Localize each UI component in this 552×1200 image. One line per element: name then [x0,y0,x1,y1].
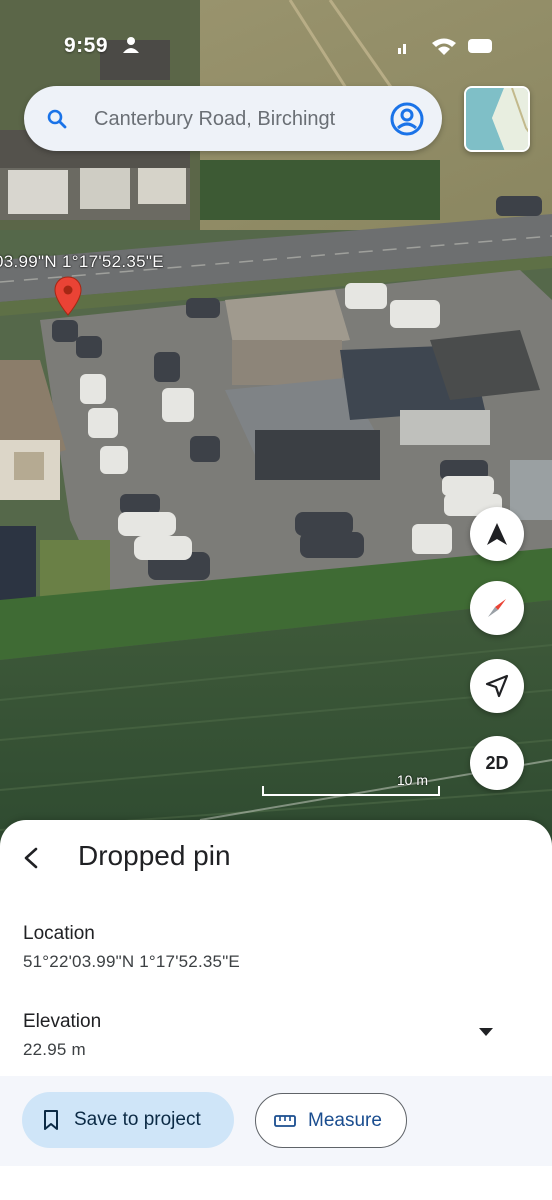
my-location-button[interactable] [470,659,524,713]
location-pin-icon[interactable] [54,276,82,316]
status-time: 9:59 [64,34,109,57]
save-to-project-button[interactable]: Save to project [22,1092,234,1148]
search-bar[interactable] [24,86,442,151]
compass-button[interactable] [470,581,524,635]
dropdown-arrow-icon [479,1028,493,1036]
map-layer-thumbnail[interactable] [464,86,530,152]
sheet-title: Dropped pin [78,840,231,871]
navigation-arrow-icon [487,523,507,545]
battery-icon [468,39,492,53]
elevation-value: 22.95 m [23,1040,86,1059]
my-location-icon [485,674,509,698]
aerial-map[interactable]: 9:59 03.99 [0,0,552,860]
status-indicators [398,38,492,55]
save-to-project-label: Save to project [74,1109,201,1130]
measure-label: Measure [308,1109,382,1131]
navigation-button[interactable] [470,507,524,561]
status-bar: 9:59 [0,30,552,62]
back-arrow-icon [24,847,38,869]
compass-icon [488,599,506,617]
search-icon[interactable] [44,106,70,132]
location-label: Location [23,923,95,944]
elevation-label: Elevation [23,1011,102,1032]
ruler-icon [274,1114,296,1127]
location-value: 51°22'03.99"N 1°17'52.35"E [23,952,240,971]
coordinate-overlay: 03.99"N 1°17'52.35"E [0,252,164,271]
wifi-icon [432,38,456,47]
map-scale: 10 m [262,772,440,796]
measure-button[interactable]: Measure [255,1093,407,1148]
account-icon[interactable] [390,102,424,136]
back-button[interactable] [14,840,50,876]
scale-bar [262,786,440,796]
search-input[interactable] [94,104,394,134]
elevation-expand-button[interactable] [474,1020,498,1044]
map-layer-icon [466,88,528,150]
view-mode-2d-button[interactable]: 2D [470,736,524,790]
person-icon [123,37,139,53]
signal-icon [398,48,401,54]
bookmark-icon [44,1110,58,1130]
dropped-pin-sheet: Dropped pin Location 51°22'03.99"N 1°17'… [0,820,552,1200]
